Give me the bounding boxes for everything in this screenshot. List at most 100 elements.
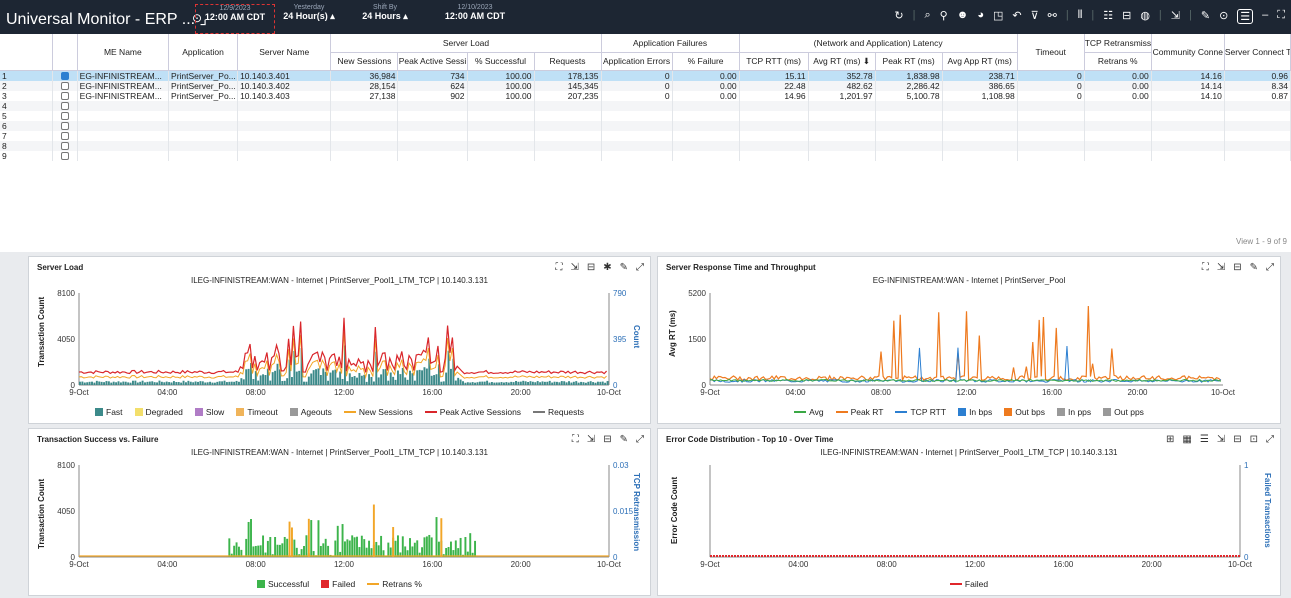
end-time[interactable]: 12/10/2023 12:00 AM CDT (430, 4, 520, 21)
columns-icon[interactable]: ⊡ (1250, 434, 1258, 445)
row-checkbox[interactable] (52, 140, 78, 151)
legend-item[interactable]: Successful (257, 579, 309, 589)
legend-item[interactable]: Retrans % (367, 579, 422, 589)
col-peak-active[interactable]: Peak Active Sessi (397, 52, 468, 71)
legend-item[interactable]: Avg (794, 407, 824, 417)
table-row[interactable]: 8 (0, 140, 1291, 151)
server-load-chart[interactable]: 81004050079039509-Oct 04:00 08:00 12:00 16:0… (29, 285, 650, 403)
pie-icon[interactable]: ◕ (977, 9, 984, 24)
chart-type-icon[interactable]: ⊞ (1166, 434, 1174, 445)
toggle-icon[interactable]: ⊙ (1219, 9, 1228, 24)
legend-item[interactable]: Out pps (1103, 407, 1144, 417)
col-server-connect[interactable]: Server Connect T (1224, 34, 1291, 71)
col-me-name[interactable]: ME Name (77, 34, 170, 71)
legend-item[interactable]: Failed (321, 579, 355, 589)
col-app-errors[interactable]: Application Errors (601, 52, 673, 71)
export-icon[interactable]: ⇲ (1217, 262, 1225, 273)
table-icon[interactable]: ☰ (1200, 434, 1209, 445)
row-checkbox[interactable] (52, 120, 78, 131)
layout-icon[interactable]: ⊟ (1233, 434, 1241, 445)
fullscreen-icon[interactable]: ⛶ (555, 262, 562, 273)
col-peak-rt[interactable]: Peak RT (ms) (875, 52, 943, 71)
legend-item[interactable]: In bps (958, 407, 992, 417)
select-header[interactable] (52, 34, 78, 71)
user-icon[interactable]: ☻ (957, 9, 969, 24)
col-timeout[interactable]: Timeout (1017, 34, 1085, 71)
shift-selector[interactable]: Shift By 24 Hours ▴ (355, 4, 415, 22)
legend-item[interactable]: Out bps (1004, 407, 1045, 417)
legend-item[interactable]: Requests (533, 407, 584, 417)
drill-icon[interactable]: ⚲ (940, 9, 948, 24)
settings-icon[interactable]: ✱ (603, 262, 611, 273)
legend-item[interactable]: Slow (194, 407, 224, 417)
table-row[interactable]: 2 EG-INFINISTREAM... PrintServer_Po... 10.1… (0, 80, 1291, 91)
grid-icon[interactable]: ▦ (1182, 434, 1191, 445)
table-row[interactable]: 4 (0, 100, 1291, 111)
row-checkbox[interactable] (52, 100, 78, 111)
layout-icon[interactable]: ⊟ (603, 434, 611, 445)
legend-item[interactable]: Failed (949, 579, 988, 589)
row-checkbox[interactable] (52, 110, 78, 121)
legend-item[interactable]: Peak Active Sessions (424, 407, 521, 417)
export-icon[interactable]: ⇲ (587, 434, 595, 445)
row-checkbox[interactable] (52, 130, 78, 141)
layout-icon[interactable]: ⊟ (1233, 262, 1241, 273)
col-requests[interactable]: Requests (534, 52, 602, 71)
menu-icon[interactable]: ☰ (1237, 9, 1254, 24)
col-retrans[interactable]: Retrans % (1084, 52, 1152, 71)
error-code-chart[interactable]: 109-Oct 04:00 08:00 12:00 16:00 20:00 10-Oct (658, 457, 1280, 575)
undo-icon[interactable]: ↶ (1012, 9, 1021, 24)
edit-icon[interactable]: ✎ (1250, 262, 1258, 273)
edit-icon[interactable]: ✎ (620, 434, 628, 445)
bar-icon[interactable]: ⫴ (1078, 9, 1083, 24)
funnel-icon[interactable]: ⊽ (1031, 9, 1039, 24)
range-selector[interactable]: Yesterday 24 Hour(s) ▴ (280, 4, 338, 22)
row-checkbox[interactable] (52, 150, 78, 161)
expand-icon[interactable]: ⤢ (636, 434, 644, 445)
start-time[interactable]: 12/9/2023 12:00 AM CDT (195, 4, 275, 34)
legend-item[interactable]: Ageouts (289, 407, 332, 417)
expand-icon[interactable]: ⤢ (636, 262, 644, 273)
col-pct-failure[interactable]: % Failure (672, 52, 740, 71)
app-title[interactable]: Universal Monitor - ERP ... ⌟ (6, 9, 207, 29)
response-time-chart[interactable]: 5200150009-Oct 04:00 08:00 12:00 16:00 20:00 1… (658, 285, 1280, 403)
expand-icon[interactable]: ⛶ (1277, 9, 1285, 24)
export-icon[interactable]: ⇲ (1217, 434, 1225, 445)
row-checkbox[interactable] (52, 80, 78, 91)
legend-item[interactable]: In pps (1057, 407, 1091, 417)
expand-icon[interactable]: ⤢ (1266, 262, 1274, 273)
expand-icon[interactable]: ⤢ (1266, 434, 1274, 445)
col-tcp-rtt[interactable]: TCP RTT (ms) (739, 52, 809, 71)
fullscreen-icon[interactable]: ⛶ (1202, 262, 1209, 273)
refresh-icon[interactable]: ↻ (894, 9, 903, 24)
layout-icon[interactable]: ⊟ (1122, 9, 1131, 24)
table-row[interactable]: 5 (0, 110, 1291, 121)
row-checkbox[interactable] (52, 70, 78, 81)
edit-icon[interactable]: ✎ (1201, 9, 1210, 24)
legend-item[interactable]: TCP RTT (895, 407, 946, 417)
col-avg-app-rt[interactable]: Avg App RT (ms) (942, 52, 1018, 71)
col-new-sessions[interactable]: New Sessions (330, 52, 399, 71)
minimize-icon[interactable]: – (1262, 9, 1268, 24)
row-checkbox[interactable] (52, 90, 78, 101)
table-row[interactable]: 6 (0, 120, 1291, 131)
link-icon[interactable]: ⚯ (1048, 9, 1057, 24)
legend-item[interactable]: Peak RT (835, 407, 883, 417)
success-failure-chart[interactable]: 8100405000.030.01509-Oct 04:00 08:00 12:00 1… (29, 457, 650, 575)
search-icon[interactable]: ⌕ (925, 9, 931, 24)
globe-icon[interactable]: ◍ (1140, 9, 1150, 24)
col-avg-rt[interactable]: Avg RT (ms) ⬇ (808, 52, 876, 71)
col-pct-successful[interactable]: % Successful (467, 52, 535, 71)
columns-icon[interactable]: ☷ (1103, 9, 1113, 24)
fullscreen-icon[interactable]: ⛶ (572, 434, 579, 445)
legend-item[interactable]: Fast (95, 407, 123, 417)
table-row[interactable]: 7 (0, 130, 1291, 141)
export-icon[interactable]: ⇲ (1171, 9, 1180, 24)
layout-icon[interactable]: ⊟ (587, 262, 595, 273)
col-server-name[interactable]: Server Name (237, 34, 332, 71)
edit-icon[interactable]: ✎ (620, 262, 628, 273)
legend-item[interactable]: Degraded (134, 407, 183, 417)
filter-icon[interactable]: ◳ (993, 9, 1003, 24)
table-row[interactable]: 3 EG-INFINISTREAM... PrintServer_Po... 10.1… (0, 90, 1291, 101)
legend-item[interactable]: New Sessions (343, 407, 413, 417)
